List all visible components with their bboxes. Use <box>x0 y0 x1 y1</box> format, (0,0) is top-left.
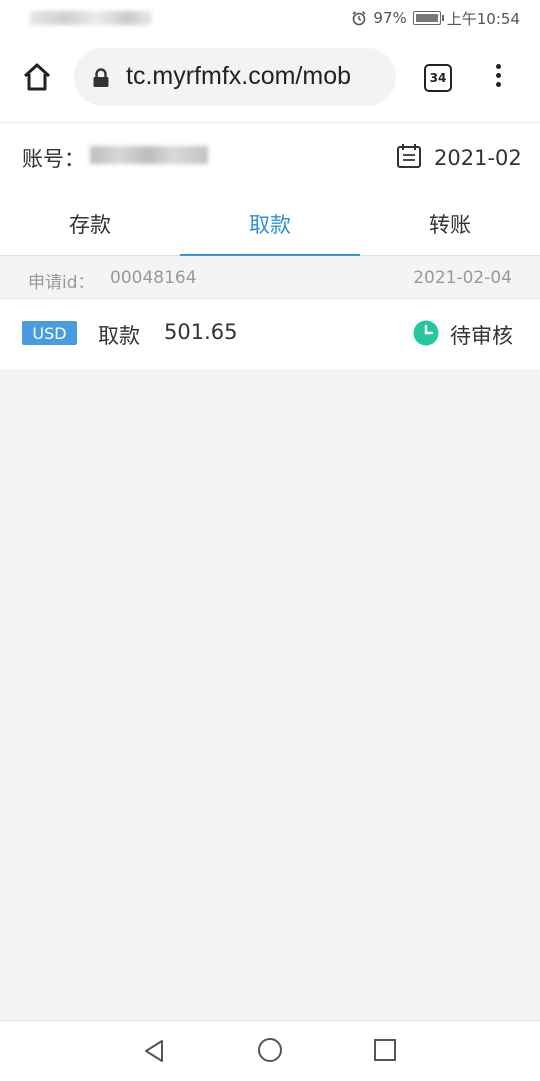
back-icon[interactable] <box>142 1038 168 1064</box>
tabs-icon[interactable]: 34 <box>424 64 452 92</box>
address-bar[interactable]: tc.myrfmfx.com/mob <box>74 48 396 106</box>
tab-count: 34 <box>429 71 447 85</box>
home-icon[interactable] <box>22 62 52 92</box>
alarm-icon <box>352 11 366 26</box>
system-nav-bar <box>0 1020 540 1081</box>
battery-percent: 97% <box>373 9 407 27</box>
battery-icon <box>412 11 444 25</box>
request-id-value: 00048164 <box>110 268 197 288</box>
lock-icon <box>93 68 109 87</box>
tab-deposit[interactable]: 存款 <box>0 192 180 255</box>
record-amount: 501.65 <box>164 320 238 344</box>
tab-bar: 存款 取款 转账 <box>0 192 540 256</box>
status-bar-carrier-blurred <box>30 11 152 25</box>
calendar-icon[interactable] <box>396 143 422 169</box>
status-bar-right: 97% 上午10:54 <box>351 8 520 28</box>
account-number-blurred <box>90 146 208 164</box>
account-label: 账号： <box>22 147 85 171</box>
url-text: tc.myrfmfx.com/mob <box>126 62 352 90</box>
menu-icon[interactable] <box>490 64 506 92</box>
home-circle-icon[interactable] <box>257 1037 283 1063</box>
status-bar: 97% 上午10:54 <box>0 0 540 36</box>
clock-icon <box>413 320 439 346</box>
recents-icon[interactable] <box>374 1039 396 1061</box>
request-date: 2021-02-04 <box>413 268 512 288</box>
month-selector[interactable]: 2021-02 <box>434 146 522 170</box>
tab-transfer[interactable]: 转账 <box>360 192 540 255</box>
tab-withdraw[interactable]: 取款 <box>180 192 360 256</box>
request-id-label: 申请id： <box>28 273 95 293</box>
currency-badge: USD <box>22 321 77 345</box>
record-type: 取款 <box>98 324 140 348</box>
record-header: 申请id： 00048164 2021-02-04 <box>0 256 540 299</box>
record-status: 待审核 <box>450 324 513 348</box>
status-time: 上午10:54 <box>446 9 520 28</box>
account-row: 账号： 2021-02 <box>0 122 540 193</box>
list-item[interactable]: USD 取款 501.65 待审核 <box>0 299 540 369</box>
browser-toolbar: tc.myrfmfx.com/mob 34 <box>0 36 540 122</box>
